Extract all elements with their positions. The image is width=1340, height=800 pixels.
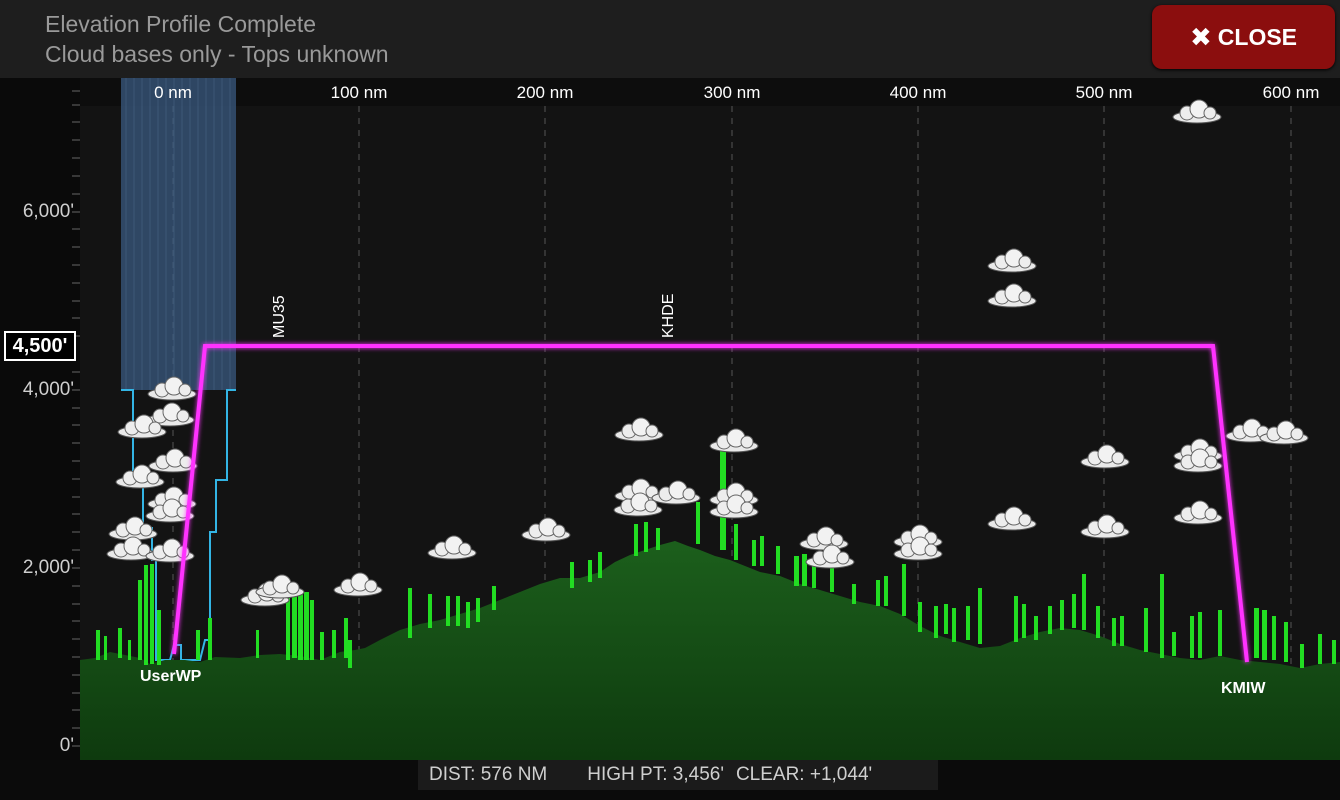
altitude-label-6000: 6,000' — [22, 201, 74, 222]
altitude-ticks — [72, 90, 80, 747]
altitude-label-0: 0' — [59, 735, 74, 756]
altitude-label-2000: 2,000' — [22, 557, 74, 578]
distance-label-400: 400 nm — [889, 83, 947, 102]
stat-distance: DIST: 576 NM — [429, 764, 548, 785]
waypoint-end-label: KMIW — [1221, 680, 1266, 697]
distance-label-300: 300 nm — [703, 83, 761, 102]
distance-label-200: 200 nm — [516, 83, 574, 102]
distance-label-600: 600 nm — [1262, 83, 1320, 102]
distance-label-100: 100 nm — [330, 83, 388, 102]
stat-high-point: HIGH PT: 3,456' — [587, 764, 724, 785]
terrain-profile — [80, 541, 1340, 760]
distance-label-0: 0 nm — [154, 83, 192, 102]
waypoint-start-label: UserWP — [140, 668, 202, 685]
waypoint-khde-label: KHDE — [660, 293, 677, 338]
waypoint-mu35-label: MU35 — [271, 295, 288, 338]
cloud-zone — [121, 78, 236, 661]
cloud-icons — [106, 99, 1309, 607]
altitude-label-4000: 4,000' — [22, 379, 74, 400]
stat-clearance: CLEAR: +1,044' — [735, 764, 873, 785]
distance-label-500: 500 nm — [1075, 83, 1133, 102]
cruise-altitude-badge[interactable]: 4,500' — [4, 331, 76, 361]
route-stats: DIST: 576 NM HIGH PT: 3,456' CLEAR: +1,0… — [418, 760, 938, 790]
